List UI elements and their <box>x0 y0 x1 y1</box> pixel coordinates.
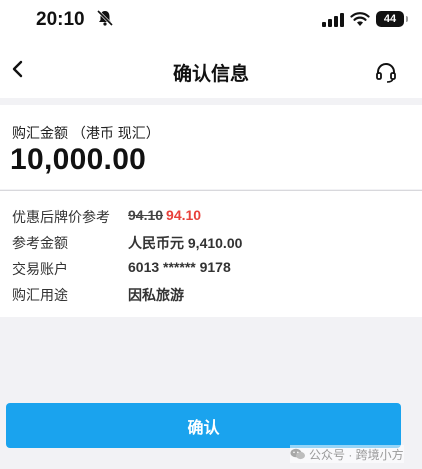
wechat-icon <box>290 448 305 460</box>
account-label: 交易账户 <box>12 261 68 277</box>
customer-service-button[interactable] <box>374 60 398 84</box>
amount-label: 购汇金额 （港币 现汇） <box>12 125 160 141</box>
original-rate: 94.10 <box>128 207 164 223</box>
battery-icon: 44 <box>376 11 408 27</box>
watermark: 公众号 · 跨境小方 <box>290 445 404 463</box>
status-bar: 20:10 44 <box>0 0 422 40</box>
reference-label: 参考金额 <box>12 235 68 251</box>
purpose-label: 购汇用途 <box>12 287 68 303</box>
rate-label: 优惠后牌价参考 <box>12 209 110 225</box>
account-row: 交易账户 6013 ****** 9178 <box>0 259 422 281</box>
signal-icon <box>322 13 344 27</box>
rate-value: 94.10 94.10 <box>128 207 201 223</box>
reference-row: 参考金额 人民币元 9,410.00 <box>0 233 422 255</box>
page-title: 确认信息 <box>172 64 249 85</box>
discounted-rate: 94.10 <box>166 207 202 223</box>
account-value: 6013 ****** 9178 <box>128 259 231 275</box>
details-card: 优惠后牌价参考 94.10 94.10 参考金额 人民币元 9,410.00 交易… <box>0 191 422 317</box>
amount-card: 购汇金额 （港币 现汇） 10,000.00 <box>0 105 422 189</box>
amount-value: 10,000.00 <box>10 143 147 176</box>
nav-bar: 确认信息 <box>0 40 422 98</box>
confirm-button[interactable]: 确认 <box>6 403 401 448</box>
reference-value: 人民币元 9,410.00 <box>128 235 243 251</box>
watermark-text: 公众号 · 跨境小方 <box>309 447 404 462</box>
purpose-row: 购汇用途 因私旅游 <box>0 285 422 307</box>
wifi-icon <box>350 12 370 26</box>
status-time: 20:10 <box>36 9 85 30</box>
bell-slash-icon <box>96 9 114 32</box>
headset-icon <box>376 63 396 83</box>
purpose-value: 因私旅游 <box>128 287 184 303</box>
rate-row: 优惠后牌价参考 94.10 94.10 <box>0 207 422 229</box>
